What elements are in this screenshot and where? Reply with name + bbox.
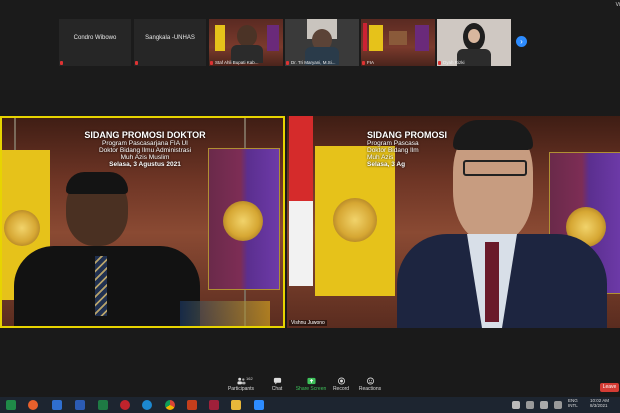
muted-mic-icon <box>210 61 213 65</box>
participant-hair <box>453 120 533 150</box>
participants-count: 162 <box>246 376 253 381</box>
emblem-icon <box>223 201 263 241</box>
event-title-block: SIDANG PROMOSI DOKTOR Program Pascasarja… <box>30 130 260 168</box>
participant-body <box>14 246 200 328</box>
participant-tile-condro[interactable]: Condro Wibowo <box>59 19 131 66</box>
record-label: Record <box>332 386 350 392</box>
volume-icon[interactable] <box>540 401 548 409</box>
folder-icon[interactable] <box>231 400 241 410</box>
participant-name: Condro Wibowo <box>73 35 117 41</box>
word-icon[interactable] <box>75 400 85 410</box>
event-date: Selasa, 3 Agustus 2021 <box>109 161 181 168</box>
leave-button[interactable]: Leave <box>600 383 619 392</box>
participant-tile-fia[interactable]: FIA <box>361 19 435 66</box>
participant-caption: Dr. Tri Maryani, M.Si... <box>291 60 336 65</box>
system-tray-icon[interactable] <box>512 401 520 409</box>
participants-icon <box>236 377 246 385</box>
clock-date: 8/3/2021 <box>590 403 608 408</box>
meeting-toolbar: 162 Participants Chat Share Screen Recor… <box>0 375 620 397</box>
reactions-button[interactable]: Reactions <box>352 375 388 397</box>
event-line: Program Pascasarjana FIA UI <box>102 140 188 147</box>
banner-yellow <box>215 25 225 51</box>
participant-caption: Staf Ahli Bupati Kab... <box>215 60 259 65</box>
event-title: SIDANG PROMOSI DOKTOR <box>84 130 206 140</box>
share-screen-icon <box>306 377 316 385</box>
participant-tile-sangkala[interactable]: Sangkala -UNHAS <box>134 19 206 66</box>
flag-red <box>363 23 367 51</box>
participant-hair <box>66 172 128 194</box>
participant-tie <box>95 256 107 316</box>
chat-button[interactable]: Chat <box>259 375 295 397</box>
event-line: Doktor Bidang Ilmu Administrasi <box>98 147 192 154</box>
muted-mic-icon <box>286 61 289 65</box>
system-tray-icon[interactable] <box>526 401 534 409</box>
gallery-strip: Vi Condro Wibowo Sangkala -UNHAS Staf Ah… <box>0 0 620 90</box>
flag-indonesia <box>289 116 313 286</box>
excel-icon[interactable] <box>6 400 16 410</box>
next-page-button[interactable]: › <box>516 36 527 47</box>
view-button[interactable]: Vi <box>616 2 620 8</box>
record-icon <box>337 377 345 385</box>
reactions-icon <box>366 377 374 385</box>
language-region: INTL <box>568 403 578 408</box>
participant-caption: Dyah Rizki <box>443 60 465 65</box>
participant-tile-staf-ahli[interactable]: Staf Ahli Bupati Kab... <box>209 19 283 66</box>
banner-ui <box>267 25 279 51</box>
chevron-right-icon: › <box>520 37 523 46</box>
participants-label: Participants <box>227 386 255 392</box>
chrome-icon[interactable] <box>165 400 175 410</box>
glasses <box>463 160 527 176</box>
network-icon[interactable] <box>554 401 562 409</box>
language-indicator[interactable]: ENG INTL <box>568 398 578 408</box>
muted-mic-icon <box>438 61 441 65</box>
opera-icon[interactable] <box>120 400 130 410</box>
reactions-label: Reactions <box>358 386 382 392</box>
emblem-icon <box>4 210 40 246</box>
participant-tile-tri-maryani[interactable]: Dr. Tri Maryani, M.Si... <box>285 19 359 66</box>
banner-yellow <box>315 146 395 296</box>
banner-university <box>208 148 280 290</box>
participant-name-label: Vishnu Juwono <box>289 320 327 326</box>
zoom-icon[interactable] <box>254 400 264 410</box>
banner-yellow <box>369 25 383 51</box>
participant-face <box>468 29 480 43</box>
video-tile-speaker-left[interactable]: SIDANG PROMOSI DOKTOR Program Pascasarja… <box>0 116 285 328</box>
powerpoint-icon[interactable] <box>187 400 197 410</box>
participant-name: Sangkala -UNHAS <box>145 35 195 41</box>
edge-icon[interactable] <box>142 400 152 410</box>
chat-icon <box>273 377 281 385</box>
event-line: Muh Azis Muslim <box>120 154 170 161</box>
lower-decoration <box>180 301 270 328</box>
clock[interactable]: 10:02 AM 8/3/2021 <box>590 398 609 408</box>
participant-tie <box>485 242 499 322</box>
emblem-icon <box>333 198 377 242</box>
excel-icon[interactable] <box>98 400 108 410</box>
participant-caption: FIA <box>367 60 375 65</box>
banner-ui <box>415 25 429 51</box>
app-icon[interactable] <box>209 400 219 410</box>
participant-tile-dyah-rizki[interactable]: Dyah Rizki <box>437 19 511 66</box>
shield-icon[interactable] <box>52 400 62 410</box>
video-tile-vishnu[interactable]: SIDANG PROMOSI Program Pascasa Doktor Bi… <box>287 116 620 328</box>
room-door <box>389 31 407 45</box>
chat-label: Chat <box>271 386 283 392</box>
participants-button[interactable]: 162 Participants <box>223 375 259 397</box>
muted-mic-icon <box>362 61 365 65</box>
muted-mic-icon <box>135 61 138 65</box>
muted-mic-icon <box>60 61 63 65</box>
participant-video <box>237 25 257 47</box>
share-screen-label: Share Screen <box>295 386 327 392</box>
firefox-icon[interactable] <box>28 400 38 410</box>
os-taskbar: ENG INTL 10:02 AM 8/3/2021 <box>0 397 620 413</box>
